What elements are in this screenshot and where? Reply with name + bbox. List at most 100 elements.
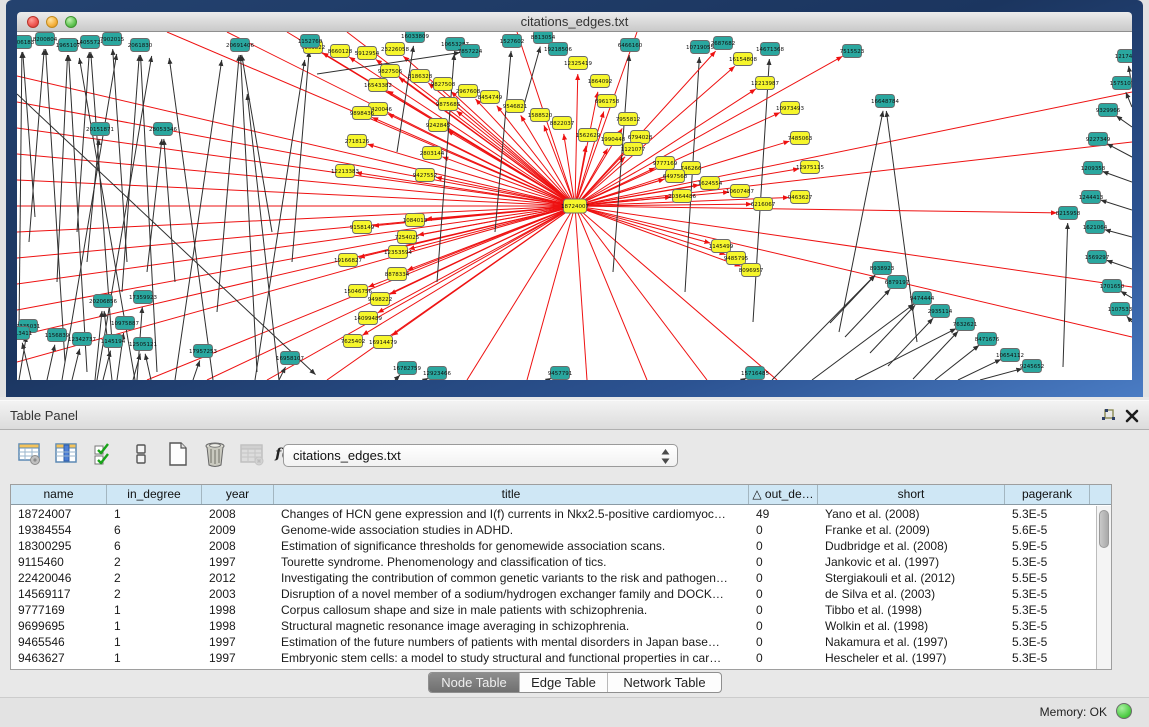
graph-node[interactable]: 12505121 [129, 338, 157, 351]
row-height-icon[interactable] [127, 439, 155, 469]
graph-node[interactable]: 8822037 [550, 117, 575, 130]
graph-node[interactable]: 8813054 [531, 32, 556, 44]
table-row[interactable]: 911546021997Tourette syndrome. Phenomeno… [11, 554, 1096, 570]
graph-node[interactable]: 12975115 [796, 161, 824, 174]
graph-node[interactable]: 2061830 [128, 39, 153, 52]
graph-node[interactable]: 16648784 [871, 95, 899, 108]
graph-node[interactable]: 1107533 [1108, 303, 1132, 316]
column-header-name[interactable]: name [11, 485, 107, 504]
graph-node[interactable]: 9329966 [1096, 104, 1121, 117]
graph-node[interactable]: 16543382 [364, 79, 392, 92]
graph-node[interactable]: 1569297 [1085, 251, 1110, 264]
graph-node[interactable]: 7632621 [953, 318, 978, 331]
table-row[interactable]: 946362711997Embryonic stem cells: a mode… [11, 650, 1096, 666]
graph-node[interactable]: 1990448 [601, 133, 626, 146]
graph-node[interactable]: 9827508 [431, 78, 456, 91]
table-vertical-scrollbar[interactable] [1096, 506, 1111, 669]
graph-node[interactable]: 1217462 [1115, 50, 1132, 63]
graph-node[interactable]: 6216067 [751, 198, 776, 211]
graph-node[interactable]: 8454749 [478, 91, 503, 104]
graph-node[interactable]: 2935114 [928, 305, 953, 318]
graph-node[interactable]: 1209358 [1081, 162, 1106, 175]
graph-node[interactable]: 8938923 [870, 262, 895, 275]
graph-node[interactable]: 10973493 [776, 102, 804, 115]
table-row[interactable]: 1872400712008Changes of HCN gene express… [11, 506, 1096, 522]
graph-node[interactable]: 12213987 [751, 77, 779, 90]
tab-edge-table[interactable]: Edge Table [520, 673, 608, 692]
graph-node[interactable]: 15046756 [344, 285, 372, 298]
hub-node[interactable]: 18724007 [561, 199, 589, 213]
graph-node[interactable]: 14671368 [756, 43, 784, 56]
graph-node[interactable]: 20206856 [89, 295, 117, 308]
graph-node[interactable]: 9498222 [368, 293, 393, 306]
show-column-icon[interactable] [53, 439, 81, 469]
graph-node[interactable]: 1145499 [709, 240, 734, 253]
graph-node[interactable]: 1145194 [101, 335, 126, 348]
graph-node[interactable]: 1527602 [500, 35, 525, 48]
graph-node[interactable]: 20691406 [226, 39, 254, 52]
graph-node[interactable]: 1244413 [1079, 191, 1104, 204]
tab-network-table[interactable]: Network Table [608, 673, 721, 692]
close-panel-icon[interactable] [1124, 408, 1140, 424]
delete-table-icon[interactable] [201, 439, 229, 469]
table-row[interactable]: 1830029562008Estimation of significance … [11, 538, 1096, 554]
graph-node[interactable]: 1084013 [403, 214, 428, 227]
graph-node[interactable]: 7515523 [840, 45, 865, 58]
graph-node[interactable]: 10654112 [996, 349, 1024, 362]
graph-node[interactable]: 23226058 [381, 43, 409, 56]
graph-node[interactable]: 16958107 [276, 352, 304, 365]
graph-node[interactable]: 16782759 [393, 362, 421, 375]
new-table-icon[interactable] [164, 439, 192, 469]
graph-node[interactable]: 12923466 [423, 367, 451, 380]
graph-node[interactable]: 9427552 [413, 169, 438, 182]
modify-table-icon[interactable] [16, 439, 44, 469]
graph-node[interactable]: 6497568 [663, 170, 688, 183]
graph-node[interactable]: 1624554 [698, 177, 723, 190]
graph-node[interactable]: 7625402 [341, 335, 366, 348]
column-header-year[interactable]: year [202, 485, 274, 504]
graph-node[interactable]: 1575107 [1110, 77, 1132, 90]
graph-node[interactable]: 12353594 [384, 246, 412, 259]
graph-node[interactable]: 20151871 [86, 123, 114, 136]
graph-node[interactable]: 1121077 [621, 143, 646, 156]
graph-node[interactable]: 9875685 [436, 98, 461, 111]
graph-node[interactable]: 12342737 [68, 333, 96, 346]
graph-node[interactable]: 9546821 [503, 100, 528, 113]
graph-node[interactable]: 9485795 [724, 252, 749, 265]
graph-node[interactable]: 6466160 [618, 39, 643, 52]
graph-node[interactable]: 16914479 [369, 336, 397, 349]
graph-node[interactable]: 10975887 [111, 317, 139, 330]
graph-node[interactable]: 2803144 [420, 147, 445, 160]
network-graph[interactable]: 7163822866012859129542322605898275061654… [17, 32, 1132, 380]
graph-node[interactable]: 12325419 [564, 57, 592, 70]
graph-node[interactable]: 7902015 [100, 33, 125, 46]
graph-node[interactable]: 28053346 [149, 123, 177, 136]
graph-node[interactable]: 7485063 [788, 132, 813, 145]
graph-node[interactable]: 9898436 [350, 107, 375, 120]
graph-node[interactable]: 19166827 [334, 254, 362, 267]
graph-node[interactable]: 6961758 [595, 95, 620, 108]
graph-node[interactable]: 14099489 [354, 312, 382, 325]
column-header-out_de[interactable]: △ out_de… [749, 485, 818, 504]
graph-node[interactable]: 9827506 [378, 65, 403, 78]
graph-node[interactable]: 9463627 [788, 191, 813, 204]
table-row[interactable]: 1456911722003Disruption of a novel membe… [11, 586, 1096, 602]
window-titlebar[interactable]: citations_edges.txt [17, 12, 1132, 32]
graph-node[interactable]: 15716485 [741, 367, 769, 380]
table-row[interactable]: 977716911998Corpus callosum shape and si… [11, 602, 1096, 618]
graph-node[interactable]: 9777169 [653, 157, 678, 170]
graph-node[interactable]: 16154808 [729, 53, 757, 66]
graph-node[interactable]: 8186328 [408, 70, 433, 83]
graph-node[interactable]: 5912954 [355, 47, 380, 60]
graph-node[interactable]: 8215958 [1056, 207, 1081, 220]
graph-node[interactable]: 9242845 [426, 119, 451, 132]
column-header-short[interactable]: short [818, 485, 1005, 504]
graph-node[interactable]: 8096957 [739, 264, 764, 277]
graph-node[interactable]: 9457791 [548, 367, 573, 380]
graph-node[interactable]: 6879197 [885, 276, 910, 289]
graph-node[interactable]: 20364486 [668, 190, 696, 203]
table-selector-dropdown[interactable]: citations_edges.txt [283, 444, 678, 467]
graph-node[interactable]: 8660128 [328, 45, 353, 58]
column-header-pagerank[interactable]: pagerank [1005, 485, 1090, 504]
column-header-in_degree[interactable]: in_degree [107, 485, 202, 504]
